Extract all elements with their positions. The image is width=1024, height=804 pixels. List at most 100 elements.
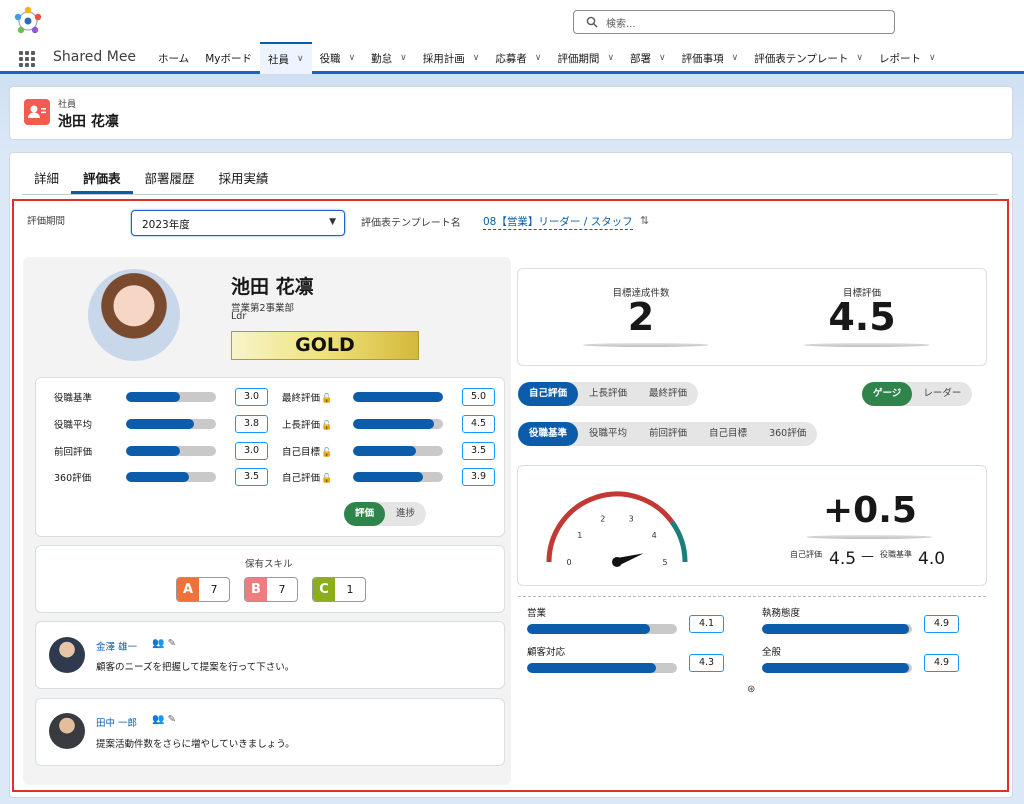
category-value: 4.1 xyxy=(689,615,724,633)
pill-option[interactable]: 360評価 xyxy=(758,422,817,446)
chevron-down-icon[interactable]: ∨ xyxy=(535,53,542,63)
chevron-down-icon[interactable]: ∨ xyxy=(400,53,407,63)
metric-bar xyxy=(353,472,443,482)
nav-item[interactable]: 社員 ∨ xyxy=(259,42,312,74)
nav-item-label: 社員 xyxy=(267,53,289,66)
metric-bar-fill xyxy=(126,446,180,456)
edit-icon[interactable]: ✎ xyxy=(168,638,176,649)
period-label: 評価期間 xyxy=(27,216,66,227)
nav-item-label: 評価表テンプレート xyxy=(754,52,849,65)
skill-letter: A xyxy=(177,578,199,601)
nav-item[interactable]: 勤怠 ∨ xyxy=(363,42,415,74)
eval-type-tabs: 自己評価 上長評価 最終評価 xyxy=(518,382,699,406)
template-link[interactable]: 08【営業】リーダー / スタッフ xyxy=(483,214,633,230)
swap-icon[interactable]: ⇅ xyxy=(640,214,649,227)
profile-name: 池田 花凛 xyxy=(231,276,314,298)
nav-item-label: 採用計画 xyxy=(422,52,465,65)
metric-label-text: 最終評価 xyxy=(282,393,321,404)
nav-item[interactable]: Myボード xyxy=(197,42,260,74)
gauge-delta: +0.5 xyxy=(823,490,917,531)
record-tab[interactable]: 部署履歴 xyxy=(133,168,207,194)
metric-bar xyxy=(126,419,216,429)
nav-item-label: ホーム xyxy=(158,52,190,65)
gauge-tick-label: 1 xyxy=(577,531,582,540)
skill-letter: B xyxy=(245,578,267,601)
rank-badge: GOLD xyxy=(231,331,419,360)
category-label: 顧客対応 xyxy=(527,647,566,658)
nav-item[interactable]: 採用計画 ∨ xyxy=(415,42,488,74)
toggle-progress[interactable]: 進捗 xyxy=(385,502,426,526)
app-logo-icon[interactable] xyxy=(12,5,44,37)
search-icon xyxy=(586,16,598,28)
record-tab[interactable]: 評価表 xyxy=(71,168,133,194)
app-launcher-icon[interactable] xyxy=(19,51,35,67)
nav-item-label: 部署 xyxy=(630,52,652,65)
pill-option[interactable]: 自己評価 xyxy=(518,382,579,406)
metric-bar xyxy=(126,392,216,402)
nav-item[interactable]: ホーム xyxy=(150,42,197,74)
dash-separator: — xyxy=(861,549,874,564)
gauge-arc-low xyxy=(546,491,675,563)
toggle-eval[interactable]: 評価 xyxy=(344,502,386,526)
gauge-arc-high xyxy=(669,520,688,563)
record-tab[interactable]: 採用実績 xyxy=(207,168,281,194)
pill-option[interactable]: 自己目標 xyxy=(698,422,758,446)
edit-icon[interactable]: ✎ xyxy=(168,714,176,725)
category-bar xyxy=(762,663,912,673)
skill-badge[interactable]: A7 xyxy=(176,577,230,602)
lock-icon: 🔓 xyxy=(321,394,333,404)
category-bar-fill xyxy=(527,663,656,673)
chevron-down-icon[interactable]: ∨ xyxy=(473,53,480,63)
lock-icon: 🔓 xyxy=(321,448,333,458)
eval-progress-toggle[interactable]: 評価 進捗 xyxy=(344,502,427,526)
users-icon[interactable]: 👥 xyxy=(152,638,164,649)
metric-label-text: 役職基準 xyxy=(54,393,93,404)
nav-item[interactable]: 役職 ∨ xyxy=(312,42,364,74)
skill-badge[interactable]: C1 xyxy=(312,577,366,602)
nav-item[interactable]: 部署 ∨ xyxy=(622,42,674,74)
pill-option[interactable]: ゲージ xyxy=(862,382,913,406)
stat-underline xyxy=(583,343,709,347)
comment-author[interactable]: 田中 一郎 xyxy=(96,715,137,729)
chevron-down-icon[interactable]: ∨ xyxy=(856,53,863,63)
chevron-down-icon[interactable]: ∨ xyxy=(297,54,304,64)
metric-bar xyxy=(126,472,216,482)
chevron-down-icon[interactable]: ∨ xyxy=(732,53,739,63)
chevron-down-icon[interactable]: ∨ xyxy=(607,53,614,63)
pill-option[interactable]: レーダー xyxy=(912,382,972,406)
pill-option[interactable]: 役職平均 xyxy=(578,422,638,446)
global-search-input[interactable]: 検索... xyxy=(573,10,895,34)
nav-item[interactable]: 評価事項 ∨ xyxy=(674,42,747,74)
record-tabs: 詳細 評価表 部署履歴 採用実績 xyxy=(22,168,281,196)
template-label: 評価表テンプレート名 xyxy=(361,218,461,229)
category-bar xyxy=(527,663,677,673)
skills-list: A7 B7 C1 xyxy=(176,577,366,602)
settings-icon[interactable]: ⊛ xyxy=(747,684,755,695)
period-select[interactable]: 2023年度 ▼ xyxy=(131,210,345,236)
gauge-tick-label: 5 xyxy=(662,558,667,567)
nav-item[interactable]: レポート ∨ xyxy=(871,42,944,74)
employee-record-icon xyxy=(24,99,50,125)
profile-role: Ldr xyxy=(231,311,247,322)
comment-author[interactable]: 金澤 雄一 xyxy=(96,639,137,653)
record-tab[interactable]: 詳細 xyxy=(22,168,71,194)
pill-option[interactable]: 役職基準 xyxy=(518,422,579,446)
pill-option[interactable]: 上長評価 xyxy=(578,382,638,406)
chevron-down-icon[interactable]: ∨ xyxy=(929,53,936,63)
metric-bar xyxy=(353,446,443,456)
skill-badge[interactable]: B7 xyxy=(244,577,298,602)
users-icon[interactable]: 👥 xyxy=(152,714,164,725)
period-value: 2023年度 xyxy=(142,219,190,231)
nav-item[interactable]: 評価期間 ∨ xyxy=(549,42,622,74)
dropdown-arrow-icon: ▼ xyxy=(329,217,336,227)
chevron-down-icon[interactable]: ∨ xyxy=(349,53,356,63)
nav-item[interactable]: 応募者 ∨ xyxy=(487,42,549,74)
compare-tabs: 役職基準 役職平均 前回評価 自己目標 360評価 xyxy=(518,422,818,446)
pill-option[interactable]: 前回評価 xyxy=(638,422,698,446)
nav-item[interactable]: 評価表テンプレート ∨ xyxy=(746,42,871,74)
metric-label-text: 自己評価 xyxy=(282,473,321,484)
chevron-down-icon[interactable]: ∨ xyxy=(659,53,666,63)
pill-option[interactable]: 最終評価 xyxy=(638,382,698,406)
lock-icon: 🔓 xyxy=(321,474,333,484)
record-title: 池田 花凛 xyxy=(58,114,119,130)
